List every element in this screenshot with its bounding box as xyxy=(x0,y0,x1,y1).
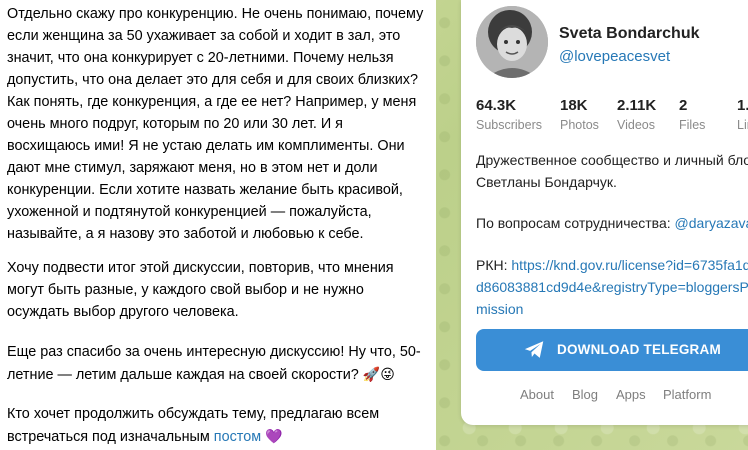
cooperation-contact-link[interactable]: @daryazavarzina xyxy=(675,215,748,231)
stat-value: 2.11K xyxy=(617,97,657,114)
download-telegram-label: DOWNLOAD TELEGRAM xyxy=(557,342,721,357)
stat-videos[interactable]: 2.11K Videos xyxy=(617,97,656,132)
channel-description: Дружественное сообщество и личный блог С… xyxy=(476,152,748,190)
stat-subscribers: 64.3K Subscribers xyxy=(476,97,542,132)
download-telegram-button[interactable]: DOWNLOAD TELEGRAM xyxy=(476,329,748,371)
stat-photos[interactable]: 18K Photos xyxy=(560,97,599,132)
purple-heart-emoji: 💜 xyxy=(265,428,283,444)
stat-label: Videos xyxy=(617,118,655,132)
channel-info-card: Sveta Bondarchuk @lovepeacesvet 64.3K Su… xyxy=(461,0,748,425)
post-paragraph-4-text: Кто хочет продолжить обсуждать тему, пре… xyxy=(7,406,380,445)
rocket-wink-emoji: 🚀😜 xyxy=(362,366,395,382)
telegram-plane-icon xyxy=(524,341,544,358)
footer-links: About Blog Apps Platform xyxy=(461,387,748,405)
avatar[interactable] xyxy=(476,6,548,78)
channel-post: Отдельно скажу про конкуренцию. Не очень… xyxy=(0,0,436,450)
original-post-link[interactable]: постом xyxy=(214,429,261,445)
footer-link-apps[interactable]: Apps xyxy=(616,387,646,402)
stat-label: Photos xyxy=(560,118,599,132)
stat-label: Links xyxy=(737,118,748,132)
stat-label: Files xyxy=(679,118,706,132)
cooperation-label: По вопросам сотрудничества: xyxy=(476,215,671,231)
stat-links[interactable]: 1.34K Links xyxy=(737,97,748,132)
post-paragraph-3-text: Еще раз спасибо за очень интересную диск… xyxy=(7,344,421,383)
rkn-license-link[interactable]: https://knd.gov.ru/license?id=6735fa1d4d… xyxy=(476,257,748,317)
stat-value: 2 xyxy=(679,97,688,114)
cooperation-line: По вопросам сотрудничества: @daryazavarz… xyxy=(476,212,748,234)
stat-label: Subscribers xyxy=(476,118,542,132)
footer-link-about[interactable]: About xyxy=(520,387,554,402)
post-paragraph-3: Еще раз спасибо за очень интересную диск… xyxy=(0,341,427,386)
footer-link-blog[interactable]: Blog xyxy=(572,387,598,402)
post-paragraph-2: Хочу подвести итог этой дискуссии, повто… xyxy=(7,260,394,320)
post-paragraph-1: Отдельно скажу про конкуренцию. Не очень… xyxy=(7,6,424,242)
footer-link-platform[interactable]: Platform xyxy=(663,387,711,402)
channel-handle[interactable]: @lovepeacesvet xyxy=(559,48,670,65)
avatar-photo-icon xyxy=(476,6,548,78)
stat-value: 1.34K xyxy=(737,97,748,114)
post-paragraph-4: Кто хочет продолжить обсуждать тему, пре… xyxy=(0,403,427,448)
stat-value: 64.3K xyxy=(476,97,517,114)
stat-value: 18K xyxy=(560,97,588,114)
rkn-label: РКН: xyxy=(476,257,508,273)
channel-name: Sveta Bondarchuk xyxy=(559,25,700,42)
rkn-line: РКН: https://knd.gov.ru/license?id=6735f… xyxy=(476,254,748,320)
stat-files[interactable]: 2 Files xyxy=(679,97,705,132)
